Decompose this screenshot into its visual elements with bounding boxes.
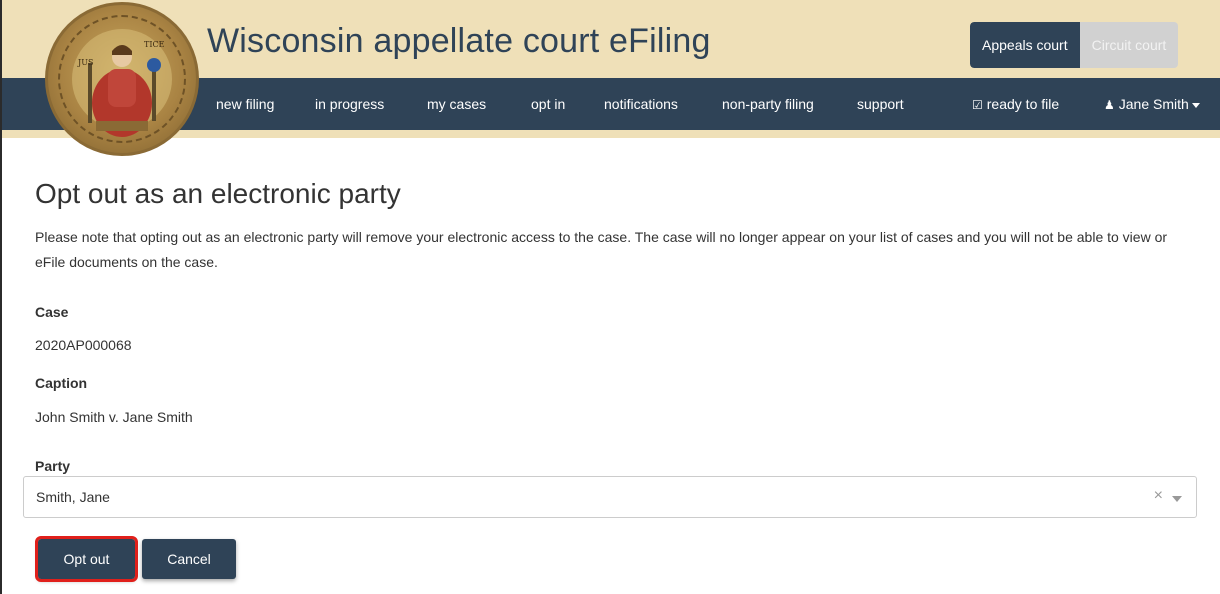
page-title: Opt out as an electronic party (35, 178, 401, 209)
dropdown-caret-icon[interactable] (1172, 496, 1182, 502)
opt-out-note: Please note that opting out as an electr… (35, 229, 1168, 270)
user-name: Jane Smith (1118, 96, 1189, 112)
appeals-court-button[interactable]: Appeals court (970, 22, 1080, 68)
caption-label: Caption (35, 375, 88, 391)
party-label: Party (35, 458, 71, 474)
app-title: Wisconsin appellate court eFiling (207, 22, 711, 60)
nav-new-filing[interactable]: new filing (216, 78, 274, 130)
nav-support[interactable]: support (857, 78, 904, 130)
nav-in-progress[interactable]: in progress (315, 78, 384, 130)
clear-selection-icon[interactable]: × (1154, 487, 1163, 505)
user-menu[interactable]: ♟ Jane Smith (1104, 78, 1200, 130)
seal-figure-icon: JUS TICE (72, 29, 172, 137)
court-seal-logo[interactable]: JUS TICE (45, 2, 199, 156)
nav-opt-in[interactable]: opt in (531, 78, 565, 130)
case-number: 2020AP000068 (35, 337, 132, 353)
main-content: Opt out as an electronic party Please no… (35, 178, 1205, 474)
party-select[interactable]: Smith, Jane × (23, 476, 1197, 518)
party-selected-value: Smith, Jane (36, 489, 110, 505)
seal-text-right: TICE (144, 40, 165, 49)
ready-to-file-label: ready to file (986, 96, 1060, 112)
nav-notifications[interactable]: notifications (604, 78, 678, 130)
nav-ready-to-file[interactable]: ☑ ready to file (972, 78, 1059, 130)
case-label: Case (35, 304, 69, 320)
caption-value: John Smith v. Jane Smith (35, 409, 193, 425)
circuit-court-button[interactable]: Circuit court (1079, 22, 1179, 68)
nav-my-cases[interactable]: my cases (427, 78, 486, 130)
court-toggle: Appeals court Circuit court (970, 22, 1179, 68)
check-square-icon: ☑ (972, 98, 983, 112)
cancel-button[interactable]: Cancel (142, 539, 236, 579)
nav-non-party-filing[interactable]: non-party filing (722, 78, 814, 130)
chevron-down-icon (1191, 102, 1200, 108)
opt-out-button[interactable]: Opt out (35, 536, 138, 582)
user-icon: ♟ (1104, 98, 1115, 112)
seal-text-left: JUS (77, 58, 93, 67)
